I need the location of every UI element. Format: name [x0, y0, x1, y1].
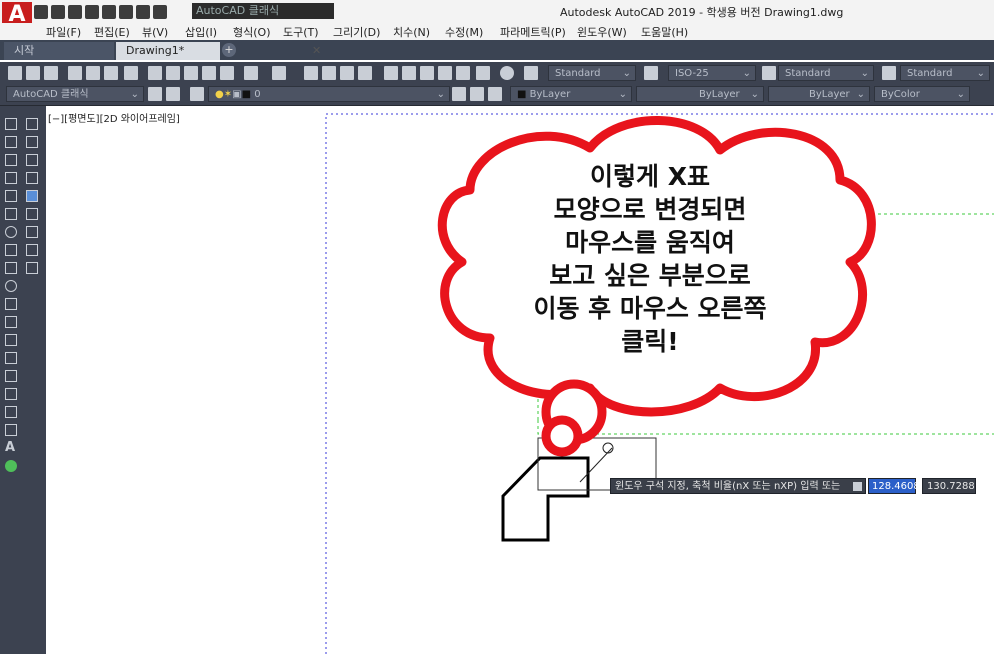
dynamic-input-x-field[interactable]: 128.4608 — [868, 478, 920, 494]
callout-text: 이렇게 X표 모양으로 변경되면 마우스를 움직여 보고 싶은 부분으로 이동 … — [470, 160, 830, 358]
dynamic-input-y-field[interactable]: 130.7288 — [922, 478, 976, 494]
callout-line: 보고 싶은 부분으로 — [549, 261, 751, 290]
callout-line: 이동 후 마우스 오른쪽 — [533, 294, 767, 323]
dynamic-input-prompt: 윈도우 구석 지정, 축척 비율(nX 또는 nXP) 입력 또는 — [610, 478, 866, 494]
callout-tail-small — [541, 415, 583, 457]
options-down-arrow-icon[interactable] — [853, 482, 862, 491]
zoom-window-preview-lower — [537, 420, 994, 435]
callout-line: 모양으로 변경되면 — [553, 195, 747, 224]
callout-line: 클릭! — [621, 327, 679, 356]
drawn-polyline-shape[interactable] — [501, 456, 590, 542]
callout-line: 이렇게 X표 — [590, 162, 710, 191]
callout-line: 마우스를 움직여 — [565, 228, 735, 257]
